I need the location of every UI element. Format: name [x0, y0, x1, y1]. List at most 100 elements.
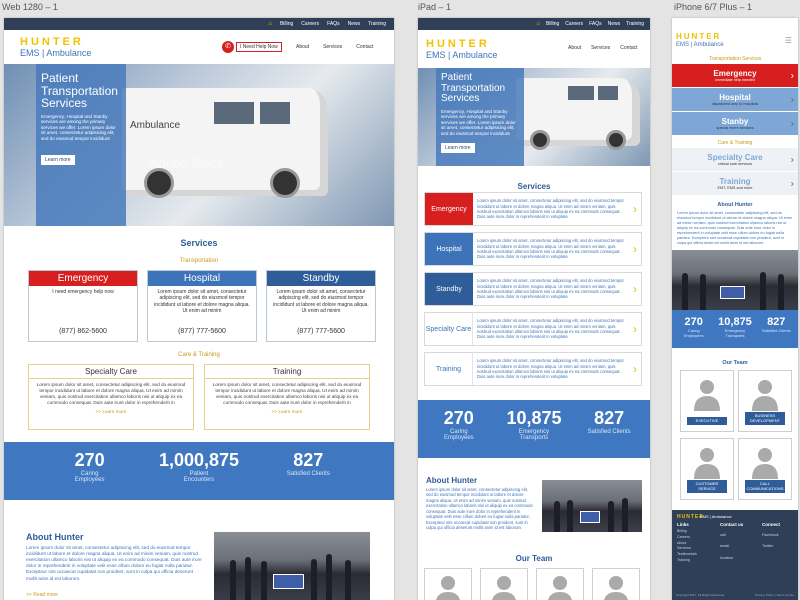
logo-name[interactable]: HUNTER — [426, 38, 490, 50]
team-card-executive[interactable]: EXECUTIVE — [680, 370, 734, 432]
footer-legal[interactable]: Privacy Policy | Terms of Use — [755, 593, 794, 597]
topnav-careers[interactable]: Careers — [565, 21, 583, 27]
topnav-careers[interactable]: Careers — [301, 21, 319, 27]
nav-contact[interactable]: Contact — [620, 45, 637, 51]
hamburger-menu-icon[interactable]: ☰ — [785, 36, 792, 45]
footer-contact-item[interactable]: email — [720, 541, 733, 552]
footer-links: Billing Careers About Services Testimonials T… — [677, 529, 697, 564]
learn-more-link[interactable]: >> Learn more — [29, 409, 193, 414]
ipad-artboard: ⌂ Billing Careers FAQs News Training HUN… — [418, 18, 650, 600]
topnav-training[interactable]: Training — [368, 21, 386, 27]
footer-contact-item[interactable]: call — [720, 530, 733, 541]
topnav-billing[interactable]: Billing — [546, 21, 559, 27]
services-heading: Services — [180, 238, 218, 248]
web-artboard: ⌂ Billing Careers FAQs News Training HUN… — [4, 18, 394, 600]
van-text: Ambulance — [130, 120, 181, 131]
hero-learn-more-button[interactable]: Learn more — [41, 155, 75, 166]
chevron-right-icon: › — [790, 178, 794, 189]
topnav-billing[interactable]: Billing — [280, 21, 293, 27]
van-window — [568, 86, 594, 100]
footer-social-item[interactable]: Twitter — [762, 541, 779, 552]
services-heading: Services — [517, 182, 551, 191]
artboard-label-iphone: iPhone 6/7 Plus – 1 — [674, 2, 753, 12]
hero-learn-more-button[interactable]: Learn more — [441, 143, 475, 153]
team-card-customer[interactable]: CUSTOMER SERVICE — [680, 438, 734, 500]
phone-row-stanby[interactable]: Stanby special event services › — [672, 112, 798, 136]
topnav-faqs[interactable]: FAQs — [589, 21, 602, 27]
row-title: Hospital — [719, 93, 751, 102]
van-wheel — [530, 130, 550, 150]
topnav-news[interactable]: News — [348, 21, 361, 27]
phone-row-emergency[interactable]: Emergency immediate help needed › — [672, 64, 798, 88]
footer-link[interactable]: Training — [677, 558, 697, 564]
stat-employees: 270 Caring Employees — [74, 450, 105, 483]
topnav-news[interactable]: News — [608, 21, 621, 27]
row-title: Specialty Care — [707, 153, 763, 162]
phone-row-specialty[interactable]: Specialty Care critical care services › — [672, 148, 798, 172]
footer-link[interactable]: Testimonials — [677, 552, 697, 558]
ipad-service-row[interactable]: Specialty Care Lorem ipsum dolor sit amet… — [424, 312, 642, 346]
logo-name[interactable]: HUNTER — [676, 32, 721, 41]
team-avatar[interactable] — [424, 568, 472, 600]
phone-icon: ✆ — [222, 41, 234, 53]
footer-connect-title: Connect — [762, 522, 780, 527]
card-phone[interactable]: (877) 862-5600 — [29, 328, 137, 335]
team-banner — [719, 286, 746, 300]
hero-banner: Ambulance Adobe Stock Patient Transporta… — [4, 64, 394, 226]
chevron-right-icon: › — [633, 242, 637, 256]
nav-about[interactable]: About — [296, 44, 309, 50]
service-card-emergency[interactable]: Emergency I need emergency help now (877… — [28, 270, 138, 342]
row-text: Lorem ipsum dolor sit amet, consectetur … — [477, 358, 624, 380]
about-heading: About Hunter — [717, 202, 753, 208]
service-card-standby[interactable]: Standby Lorem ipsum dolor sit amet, cons… — [266, 270, 376, 342]
card-phone[interactable]: (877) 777-5600 — [148, 328, 256, 335]
help-button[interactable]: ✆ I Need Help Now — [222, 41, 282, 53]
team-avatar[interactable] — [480, 568, 528, 600]
row-title: Training — [719, 177, 751, 186]
card-text: I need emergency help now — [52, 289, 114, 295]
row-label: Standby — [425, 273, 473, 305]
transport-heading: Transportation — [179, 258, 219, 264]
team-banner — [273, 574, 305, 590]
topnav-training[interactable]: Training — [626, 21, 644, 27]
ipad-service-row[interactable]: Emergency Lorem ipsum dolor sit amet, con… — [424, 192, 642, 226]
service-card-hospital[interactable]: Hospital Lorem ipsum dolor sit amet, con… — [147, 270, 257, 342]
ipad-service-row[interactable]: Hospital Lorem ipsum dolor sit amet, cons… — [424, 232, 642, 266]
chevron-right-icon: › — [633, 322, 637, 336]
logo-name[interactable]: HUNTER — [20, 36, 84, 48]
chevron-right-icon: › — [633, 282, 637, 296]
row-subtitle: special event services — [716, 126, 754, 130]
home-icon[interactable]: ⌂ — [268, 21, 272, 27]
team-card-communications[interactable]: CALL COMMUNICATIONS — [738, 438, 792, 500]
ambulance-image — [516, 78, 640, 150]
care-card-specialty[interactable]: Specialty Care Lorem ipsum dolor sit ame… — [28, 364, 194, 430]
ipad-service-row[interactable]: Standby Lorem ipsum dolor sit amet, conse… — [424, 272, 642, 306]
team-avatar[interactable] — [592, 568, 640, 600]
learn-more-link[interactable]: >> Learn more — [205, 409, 369, 414]
phone-row-hospital[interactable]: Hospital dispatched only to hospitals › — [672, 88, 798, 112]
care-card-training[interactable]: Training Lorem ipsum dolor sit amet, con… — [204, 364, 370, 430]
care-title: Specialty Care — [29, 365, 193, 379]
nav-services[interactable]: Services — [323, 44, 342, 50]
ipad-service-row[interactable]: Training Lorem ipsum dolor sit amet, cons… — [424, 352, 642, 386]
stat-employees: 270 Caring Employees — [683, 316, 704, 338]
card-title: Standby — [267, 271, 375, 286]
footer-contact-item[interactable]: location — [720, 553, 733, 564]
nav-services[interactable]: Services — [591, 45, 610, 51]
phone-row-training[interactable]: Training EMT, EMS and more › — [672, 172, 798, 196]
nav-about[interactable]: About — [568, 45, 581, 51]
read-more-link[interactable]: >> Read more — [26, 592, 58, 598]
footer-social-item[interactable]: Facebook — [762, 530, 779, 541]
team-avatar[interactable] — [536, 568, 584, 600]
topnav-faqs[interactable]: FAQs — [327, 21, 340, 27]
about-text: Lorem ipsum dolor sit amet, consectetur … — [677, 211, 793, 245]
card-phone[interactable]: (877) 777-5600 — [267, 328, 375, 335]
home-icon[interactable]: ⌂ — [536, 21, 540, 27]
row-text: Lorem ipsum dolor sit amet, consectetur … — [477, 238, 624, 260]
nav-contact[interactable]: Contact — [356, 44, 373, 50]
team-card-business[interactable]: BUSINESS DEVELOPMENT — [738, 370, 792, 432]
row-subtitle: EMT, EMS and more — [717, 186, 753, 190]
stat-clients: 827 Satisfied Clients — [761, 316, 791, 333]
about-heading: About Hunter — [426, 476, 478, 485]
row-subtitle: dispatched only to hospitals — [711, 102, 759, 106]
